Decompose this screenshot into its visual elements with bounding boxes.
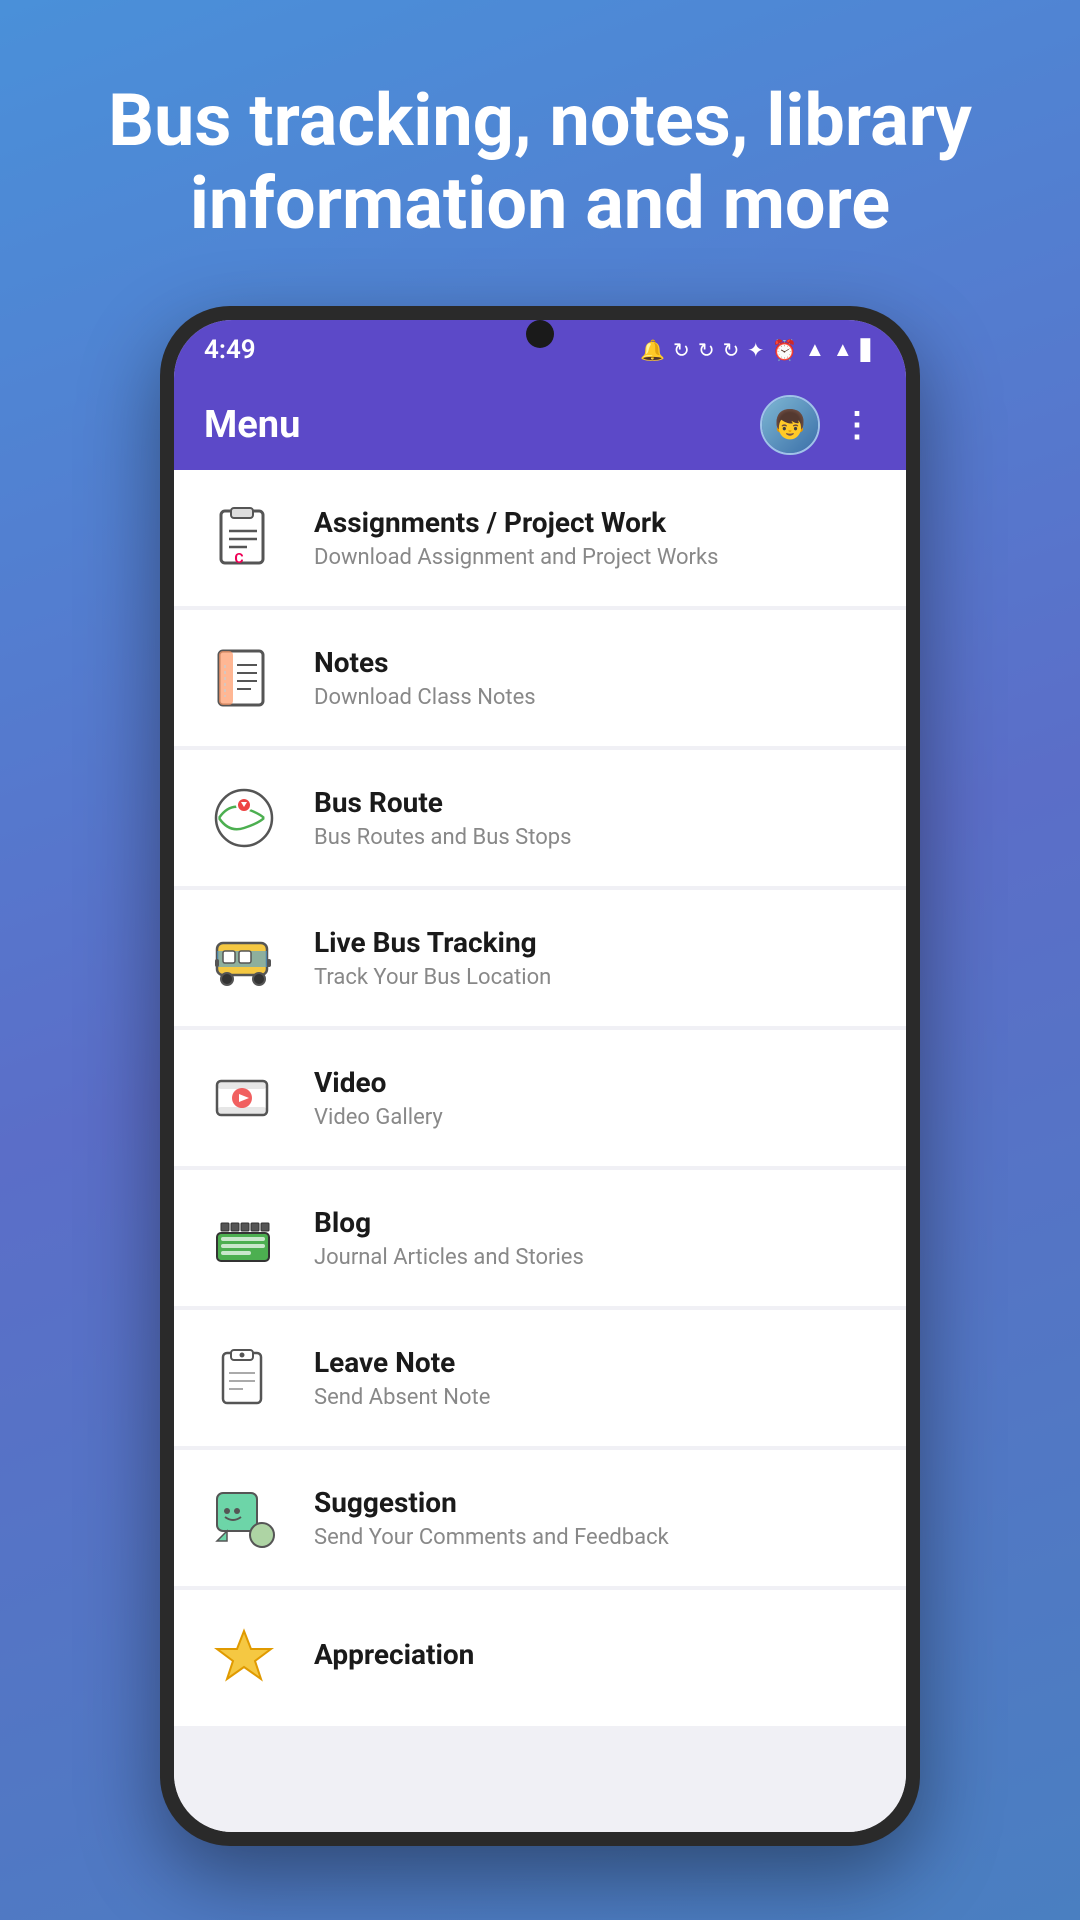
status-icon-notify: 🔔 (640, 338, 665, 362)
app-bar-right: 👦 ⋮ (760, 395, 876, 455)
menu-list: C Assignments / Project Work Download As… (174, 470, 906, 1832)
phone-screen: 4:49 🔔 ↻ ↻ ↻ ✦ ⏰ ▲ ▲ ▋ Menu 👦 (174, 320, 906, 1832)
leave-note-icon (204, 1338, 284, 1418)
menu-subtitle-bus-route: Bus Routes and Bus Stops (314, 825, 876, 850)
menu-text-assignments: Assignments / Project Work Download Assi… (314, 506, 876, 570)
menu-item-suggestion[interactable]: Suggestion Send Your Comments and Feedba… (174, 1450, 906, 1586)
status-icon-sync3: ↻ (723, 338, 740, 362)
menu-item-assignments[interactable]: C Assignments / Project Work Download As… (174, 470, 906, 606)
menu-text-video: Video Video Gallery (314, 1066, 876, 1130)
menu-text-live-bus: Live Bus Tracking Track Your Bus Locatio… (314, 926, 876, 990)
avatar-image: 👦 (762, 397, 818, 453)
menu-title-live-bus: Live Bus Tracking (314, 926, 876, 959)
hero-section: Bus tracking, notes, library information… (0, 80, 1080, 246)
menu-item-appreciation[interactable]: Appreciation (174, 1590, 906, 1726)
menu-text-notes: Notes Download Class Notes (314, 646, 876, 710)
menu-item-notes[interactable]: Notes Download Class Notes (174, 610, 906, 746)
menu-subtitle-blog: Journal Articles and Stories (314, 1245, 876, 1270)
menu-title-appreciation: Appreciation (314, 1638, 876, 1671)
hero-title: Bus tracking, notes, library information… (60, 80, 1020, 246)
notes-icon (204, 638, 284, 718)
menu-item-live-bus[interactable]: Live Bus Tracking Track Your Bus Locatio… (174, 890, 906, 1026)
bus-route-icon (204, 778, 284, 858)
avatar[interactable]: 👦 (760, 395, 820, 455)
menu-text-appreciation: Appreciation (314, 1638, 876, 1677)
menu-subtitle-notes: Download Class Notes (314, 685, 876, 710)
status-icons: 🔔 ↻ ↻ ↻ ✦ ⏰ ▲ ▲ ▋ (640, 337, 876, 362)
menu-text-suggestion: Suggestion Send Your Comments and Feedba… (314, 1486, 876, 1550)
menu-text-leave-note: Leave Note Send Absent Note (314, 1346, 876, 1410)
menu-title-leave-note: Leave Note (314, 1346, 876, 1379)
menu-title-assignments: Assignments / Project Work (314, 506, 876, 539)
status-icon-sync1: ↻ (673, 338, 690, 362)
more-icon[interactable]: ⋮ (840, 405, 876, 445)
blog-icon (204, 1198, 284, 1278)
menu-item-video[interactable]: Video Video Gallery (174, 1030, 906, 1166)
status-time: 4:49 (204, 335, 256, 365)
status-icon-battery: ▋ (861, 338, 876, 362)
menu-subtitle-suggestion: Send Your Comments and Feedback (314, 1525, 876, 1550)
menu-title-notes: Notes (314, 646, 876, 679)
phone-mockup: 4:49 🔔 ↻ ↻ ↻ ✦ ⏰ ▲ ▲ ▋ Menu 👦 (160, 306, 920, 1846)
menu-title-bus-route: Bus Route (314, 786, 876, 819)
menu-item-leave-note[interactable]: Leave Note Send Absent Note (174, 1310, 906, 1446)
menu-item-bus-route[interactable]: Bus Route Bus Routes and Bus Stops (174, 750, 906, 886)
camera-notch (526, 320, 554, 348)
menu-subtitle-video: Video Gallery (314, 1105, 876, 1130)
assignment-icon: C (204, 498, 284, 578)
status-icon-signal1: ▲ (833, 337, 853, 362)
menu-text-bus-route: Bus Route Bus Routes and Bus Stops (314, 786, 876, 850)
menu-subtitle-leave-note: Send Absent Note (314, 1385, 876, 1410)
menu-subtitle-assignments: Download Assignment and Project Works (314, 545, 876, 570)
live-bus-icon (204, 918, 284, 998)
menu-title-blog: Blog (314, 1206, 876, 1239)
status-icon-wifi: ▲ (805, 337, 825, 362)
appreciation-icon (204, 1618, 284, 1698)
menu-title-suggestion: Suggestion (314, 1486, 876, 1519)
suggestion-icon (204, 1478, 284, 1558)
menu-subtitle-live-bus: Track Your Bus Location (314, 965, 876, 990)
menu-text-blog: Blog Journal Articles and Stories (314, 1206, 876, 1270)
status-icon-sync2: ↻ (698, 338, 715, 362)
app-bar: Menu 👦 ⋮ (174, 380, 906, 470)
app-bar-title: Menu (204, 403, 300, 447)
status-icon-slack: ✦ (747, 338, 764, 362)
menu-title-video: Video (314, 1066, 876, 1099)
menu-item-blog[interactable]: Blog Journal Articles and Stories (174, 1170, 906, 1306)
status-icon-alarm: ⏰ (772, 338, 797, 362)
svg-text:C: C (234, 551, 243, 567)
video-icon (204, 1058, 284, 1138)
